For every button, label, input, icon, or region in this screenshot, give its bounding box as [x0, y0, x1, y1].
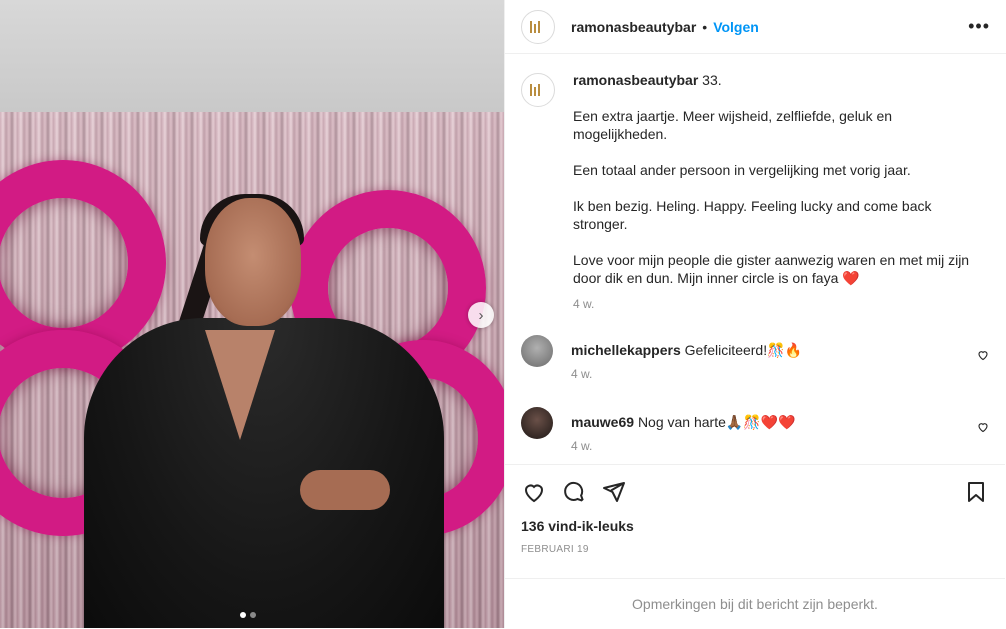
caption-body: ramonasbeautybar 33. Een extra jaartje. …	[573, 71, 973, 313]
caption-first-line: 33.	[702, 72, 722, 88]
caption-paragraph: Ik ben bezig. Heling. Happy. Feeling luc…	[573, 198, 932, 232]
comment-avatar[interactable]	[521, 407, 553, 439]
more-options-icon[interactable]: •••	[968, 16, 990, 37]
comment-time[interactable]: 4 w.	[571, 365, 802, 383]
post-actions: 136 vind-ik-leuks FEBRUARI 19	[505, 464, 1005, 555]
comment-avatar[interactable]	[521, 335, 553, 367]
person-arm	[300, 470, 390, 510]
photo-wall	[0, 0, 504, 118]
carousel-dots	[240, 612, 256, 618]
caption-time[interactable]: 4 w.	[573, 295, 973, 313]
comments-restricted-notice: Opmerkingen bij dit bericht zijn beperkt…	[505, 578, 1005, 629]
header-separator: •	[702, 18, 708, 35]
instagram-post: › ramonasbeautybar • Volgen ••• ramonasb…	[0, 0, 1006, 628]
comment-time[interactable]: 4 w.	[571, 437, 796, 455]
share-icon[interactable]	[601, 479, 627, 505]
caption-paragraph: Een totaal ander persoon in vergelijking…	[573, 162, 911, 178]
heart-icon[interactable]	[521, 479, 547, 505]
likes-count[interactable]: 136 vind-ik-leuks	[505, 505, 1005, 534]
post-header: ramonasbeautybar • Volgen •••	[505, 0, 1006, 54]
comment-item: michellekappers Gefeliciteerd!🎊🔥 4 w.	[505, 335, 1005, 383]
comment-text: Gefeliciteerd!🎊🔥	[684, 342, 802, 358]
person-face	[205, 198, 301, 326]
caption: ramonasbeautybar 33. Een extra jaartje. …	[505, 55, 1005, 313]
comments-section[interactable]: ramonasbeautybar 33. Een extra jaartje. …	[505, 55, 1005, 463]
caption-username[interactable]: ramonasbeautybar	[573, 72, 698, 88]
comment-item: mauwe69 Nog van harte🙏🏾🎊❤️❤️ 4 w.	[505, 407, 1005, 455]
avatar[interactable]	[521, 9, 555, 44]
post-date[interactable]: FEBRUARI 19	[505, 534, 1005, 555]
header-username[interactable]: ramonasbeautybar	[571, 19, 696, 35]
chevron-right-icon[interactable]: ›	[468, 302, 494, 328]
follow-button[interactable]: Volgen	[713, 19, 759, 35]
carousel-dot-active	[240, 612, 246, 618]
comment-body: mauwe69 Nog van harte🙏🏾🎊❤️❤️ 4 w.	[571, 413, 796, 455]
carousel-dot	[250, 612, 256, 618]
comment-body: michellekappers Gefeliciteerd!🎊🔥 4 w.	[571, 341, 802, 383]
caption-paragraph: Een extra jaartje. Meer wijsheid, zelfli…	[573, 108, 893, 142]
comment-icon[interactable]	[561, 479, 587, 505]
brand-logo-icon	[528, 20, 548, 33]
comment-like-icon[interactable]	[977, 349, 989, 364]
caption-avatar[interactable]	[521, 73, 555, 107]
brand-logo-icon	[528, 84, 548, 96]
bookmark-icon[interactable]	[963, 479, 989, 505]
post-photo[interactable]: ›	[0, 0, 504, 628]
comment-text: Nog van harte🙏🏾🎊❤️❤️	[637, 414, 796, 430]
action-icons	[505, 465, 1005, 505]
post-sidebar: ramonasbeautybar • Volgen ••• ramonasbea…	[504, 0, 1006, 628]
comment-username[interactable]: michellekappers	[571, 342, 681, 358]
comment-like-icon[interactable]	[977, 421, 989, 436]
comment-username[interactable]: mauwe69	[571, 414, 634, 430]
caption-paragraph: Love voor mijn people die gister aanwezi…	[573, 252, 970, 286]
